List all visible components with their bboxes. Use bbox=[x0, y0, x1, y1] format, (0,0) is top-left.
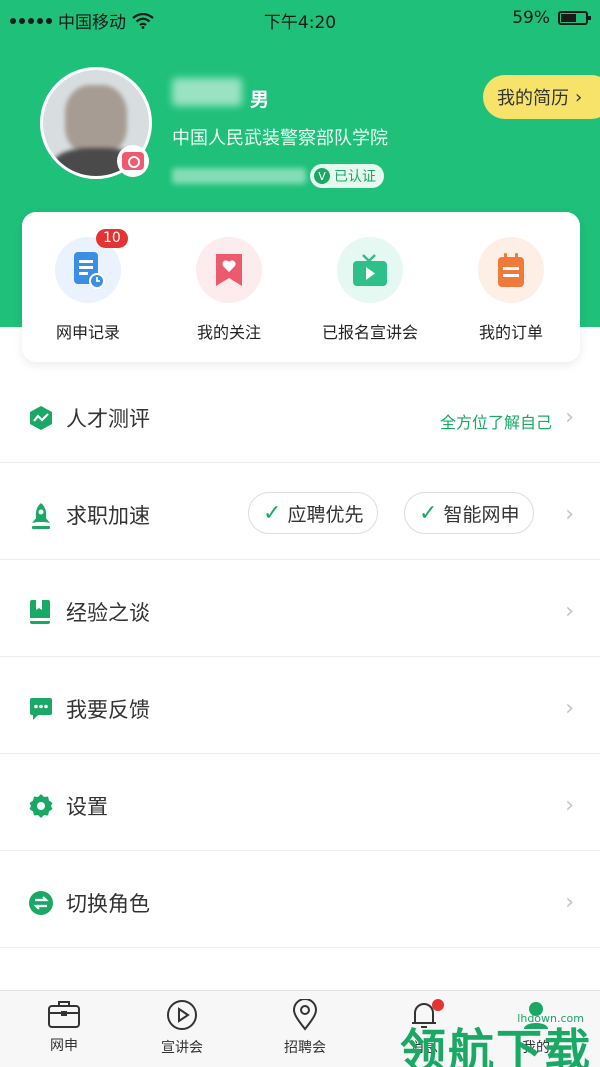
menu-settings[interactable]: 设置 › bbox=[0, 755, 600, 851]
battery-icon bbox=[558, 11, 591, 25]
menu-label: 我要反馈 bbox=[66, 698, 150, 722]
application-count-badge: 10 bbox=[96, 229, 128, 248]
heart-bookmark-icon bbox=[216, 254, 242, 286]
battery-percent: 59% bbox=[512, 8, 550, 28]
menu-switch-role[interactable]: 切换角色 › bbox=[0, 852, 600, 948]
gear-icon bbox=[29, 794, 53, 818]
chevron-right-icon: › bbox=[575, 86, 583, 108]
verified-label: 已认证 bbox=[334, 169, 376, 185]
camera-icon[interactable] bbox=[117, 145, 149, 177]
pill-label: 应聘优先 bbox=[287, 503, 364, 526]
unread-dot bbox=[432, 999, 444, 1011]
quick-action-label: 我的关注 bbox=[196, 323, 261, 342]
tab-online-application[interactable]: 网申 bbox=[14, 999, 114, 1055]
assessment-icon bbox=[30, 406, 52, 430]
quick-action-label: 我的订单 bbox=[478, 323, 543, 342]
tab-job-fairs[interactable]: 招聘会 bbox=[255, 999, 355, 1057]
my-resume-button[interactable]: 我的简历 › bbox=[483, 75, 600, 119]
order-list-icon bbox=[498, 253, 524, 287]
tab-seminars[interactable]: 宣讲会 bbox=[132, 999, 232, 1057]
menu-label: 切换角色 bbox=[66, 892, 150, 916]
menu-label: 经验之谈 bbox=[66, 601, 150, 625]
chevron-right-icon: › bbox=[565, 793, 574, 818]
quick-action-label: 已报名宣讲会 bbox=[321, 323, 418, 342]
check-icon: ✓ bbox=[419, 500, 438, 526]
play-circle-icon bbox=[167, 1000, 197, 1030]
tab-label: 宣讲会 bbox=[161, 1040, 203, 1056]
briefcase-icon bbox=[48, 1001, 80, 1028]
priority-application-pill[interactable]: ✓ 应聘优先 bbox=[248, 492, 379, 534]
chat-bubble-icon bbox=[30, 698, 52, 720]
chevron-right-icon: › bbox=[565, 502, 574, 527]
smart-application-pill[interactable]: ✓ 智能网申 bbox=[404, 492, 535, 534]
chevron-right-icon: › bbox=[565, 599, 574, 624]
rocket-icon bbox=[32, 503, 50, 529]
tab-label: 招聘会 bbox=[284, 1040, 326, 1056]
verified-v-icon: V bbox=[314, 168, 330, 184]
location-pin-icon bbox=[292, 999, 318, 1031]
menu-label: 求职加速 bbox=[66, 504, 150, 528]
my-resume-label: 我的简历 bbox=[497, 88, 569, 109]
chevron-right-icon: › bbox=[565, 405, 574, 430]
user-name-blurred bbox=[172, 78, 242, 106]
quick-actions-card: 10 网申记录 我的关注 已报名宣讲会 我的订单 bbox=[22, 212, 580, 362]
book-icon bbox=[30, 600, 50, 624]
quick-action-follows[interactable]: 我的关注 bbox=[174, 237, 284, 343]
menu-hint: 全方位了解自己 bbox=[439, 413, 552, 432]
menu-talent-assessment[interactable]: 人才测评 全方位了解自己 › bbox=[0, 367, 600, 463]
quick-action-label: 网申记录 bbox=[55, 323, 120, 342]
tv-play-icon bbox=[353, 254, 387, 286]
tab-label: 网申 bbox=[50, 1038, 78, 1054]
switch-icon bbox=[29, 891, 53, 915]
menu-label: 设置 bbox=[66, 795, 108, 819]
menu-experience[interactable]: 经验之谈 › bbox=[0, 561, 600, 657]
chevron-right-icon: › bbox=[565, 696, 574, 721]
school-name: 中国人民武装警察部队学院 bbox=[172, 128, 388, 149]
menu-label: 人才测评 bbox=[66, 407, 150, 431]
check-icon: ✓ bbox=[263, 500, 282, 526]
quick-action-orders[interactable]: 我的订单 bbox=[456, 237, 566, 343]
battery-status: 59% bbox=[512, 8, 591, 28]
quick-action-applications[interactable]: 10 网申记录 bbox=[33, 229, 143, 343]
application-record-icon bbox=[74, 252, 105, 289]
gender-label: 男 bbox=[250, 89, 270, 111]
status-bar: 中国移动 下午4:20 59% bbox=[0, 0, 600, 36]
quick-action-seminars[interactable]: 已报名宣讲会 bbox=[315, 237, 425, 343]
menu-feedback[interactable]: 我要反馈 › bbox=[0, 658, 600, 754]
menu-job-acceleration[interactable]: 求职加速 ✓ 应聘优先 ✓ 智能网申 › bbox=[0, 464, 600, 560]
watermark-text: 领航下载 bbox=[400, 1024, 592, 1067]
status-time: 下午4:20 bbox=[263, 13, 337, 33]
user-id-blurred bbox=[172, 168, 306, 184]
verified-badge: V 已认证 bbox=[310, 164, 384, 188]
pill-label: 智能网申 bbox=[443, 503, 520, 526]
chevron-right-icon: › bbox=[565, 890, 574, 915]
